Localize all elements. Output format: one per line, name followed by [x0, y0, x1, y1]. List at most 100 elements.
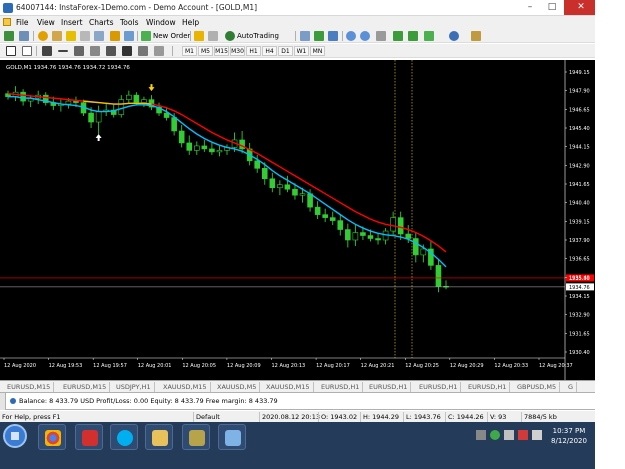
channel-icon[interactable] [90, 46, 100, 56]
timeframe-mn[interactable]: MN [310, 46, 325, 56]
autotrading-icon[interactable] [225, 31, 235, 41]
fibonacci-icon[interactable] [106, 46, 116, 56]
new-order-button[interactable]: New Order [153, 32, 190, 40]
timeframe-m15[interactable]: M15 [214, 46, 229, 56]
shapes-tool-icon[interactable] [154, 46, 164, 56]
chart-shift-icon[interactable] [408, 31, 418, 41]
periods-icon[interactable] [449, 31, 459, 41]
taskbar-metatrader[interactable] [182, 424, 210, 450]
tab-eurusd-m15[interactable]: EURUSD,M15 [4, 382, 55, 392]
line-chart-icon[interactable] [328, 31, 338, 41]
menu-file[interactable]: File [16, 18, 29, 27]
timeframe-m30[interactable]: M30 [230, 46, 245, 56]
candle-body [186, 142, 193, 151]
tray-network-icon[interactable] [504, 430, 514, 440]
status-profile: Default [193, 412, 220, 422]
cursor-icon[interactable] [6, 46, 16, 56]
tab-eurusd-h1[interactable]: EURUSD,H1 [318, 382, 364, 392]
terminal-icon[interactable] [80, 31, 90, 41]
menu-view[interactable]: View [37, 18, 55, 27]
timeframe-m1[interactable]: M1 [182, 46, 197, 56]
start-button[interactable] [3, 424, 27, 448]
timeframe-w1[interactable]: W1 [294, 46, 309, 56]
chart-window-icon[interactable] [3, 18, 11, 26]
balance-icon [10, 398, 16, 404]
tray-update-icon[interactable] [490, 430, 500, 440]
tray-volume-icon[interactable] [532, 430, 542, 440]
tray-chevron-icon[interactable] [476, 430, 486, 440]
tab-eurusd-h1-4[interactable]: EURUSD,H1 [465, 382, 511, 392]
candlestick-icon[interactable] [314, 31, 324, 41]
folder-icon [152, 430, 168, 446]
menu-insert[interactable]: Insert [61, 18, 83, 27]
close-button[interactable]: ✕ [564, 0, 598, 15]
tray-flag-icon[interactable] [518, 430, 528, 440]
market-watch-icon[interactable] [38, 31, 48, 41]
clock-time: 10:37 PM [552, 427, 586, 435]
candle-body [435, 265, 442, 287]
indicators-icon[interactable] [424, 31, 434, 41]
candle-body [322, 214, 328, 218]
candle-body [133, 94, 140, 103]
text-tool-icon[interactable] [122, 46, 132, 56]
profiles-icon[interactable] [19, 31, 29, 41]
tab-gbpusd-m5[interactable]: GBPUSD,M5 [514, 382, 561, 392]
tab-eurusd-m15-2[interactable]: EURUSD,M15 [60, 382, 111, 392]
tab-usdjpy-h1[interactable]: USDJPY,H1 [113, 382, 155, 392]
price-chart[interactable]: 1935.361934.76 1949.151947.901946.651945… [0, 60, 595, 380]
zoom-in-icon[interactable] [346, 31, 356, 41]
menu-help[interactable]: Help [182, 18, 199, 27]
crosshair-icon[interactable] [22, 46, 32, 56]
data-window-icon[interactable] [52, 31, 62, 41]
autotrading-button[interactable]: AutoTrading [237, 32, 279, 40]
tab-xauusd-m15-2[interactable]: XAUUSD,M15 [263, 382, 314, 392]
terminal-panel: Balance: 8 433.79 USD Profit/Loss: 0.00 … [0, 392, 595, 410]
tab-eurusd-h1-2[interactable]: EURUSD,H1 [366, 382, 412, 392]
taskbar-gift[interactable] [75, 424, 103, 450]
experts-icon[interactable] [194, 31, 204, 41]
tab-overflow[interactable]: G [565, 382, 578, 392]
metatrader-icon [189, 430, 205, 446]
trendline-icon[interactable] [74, 46, 84, 56]
candle-body [375, 238, 381, 241]
templates-icon[interactable] [471, 31, 481, 41]
chart-area[interactable]: 1935.36 1934.76 1949.15 1947.90 1946.65 1945… [0, 60, 595, 380]
terminal-side-handle[interactable] [0, 393, 6, 410]
timeframe-h4[interactable]: H4 [262, 46, 277, 56]
bar-chart-icon[interactable] [300, 31, 310, 41]
label-tool-icon[interactable] [138, 46, 148, 56]
maximize-button[interactable]: □ [542, 0, 562, 15]
tab-xauusd-m15[interactable]: XAUUSD,M15 [160, 382, 211, 392]
timeframe-m5[interactable]: M5 [198, 46, 213, 56]
tab-eurusd-h1-3[interactable]: EURUSD,H1 [416, 382, 462, 392]
status-help: For Help, press F1 [2, 413, 61, 421]
tile-windows-icon[interactable] [376, 31, 386, 41]
taskbar-paint[interactable] [218, 424, 246, 450]
timeframe-d1[interactable]: D1 [278, 46, 293, 56]
new-chart-icon[interactable] [4, 31, 14, 41]
time-tick-label: 12 Aug 20:09 [227, 363, 261, 369]
status-close: C: 1944.26 [445, 412, 484, 422]
new-order-icon[interactable] [141, 31, 151, 41]
taskbar-clock[interactable]: 10:37 PM 8/12/2020 [546, 426, 592, 446]
menu-window[interactable]: Window [146, 18, 176, 27]
tab-xauusd-m5[interactable]: XAUUSD,M5 [214, 382, 261, 392]
taskbar-skype[interactable] [110, 424, 138, 450]
auto-scroll-icon[interactable] [393, 31, 403, 41]
taskbar-chrome[interactable] [38, 424, 66, 450]
strategy-tester-icon[interactable] [94, 31, 104, 41]
horizontal-line-icon[interactable] [58, 50, 68, 52]
vertical-line-icon[interactable] [42, 46, 52, 56]
navigator-icon[interactable] [66, 31, 76, 41]
menu-charts[interactable]: Charts [89, 18, 114, 27]
options-icon[interactable] [124, 31, 134, 41]
taskbar-explorer[interactable] [145, 424, 173, 450]
metaeditor-icon[interactable] [110, 31, 120, 41]
minimize-button[interactable]: – [520, 0, 540, 15]
zoom-out-icon[interactable] [360, 31, 370, 41]
candle-body [216, 150, 223, 153]
menu-tools[interactable]: Tools [120, 18, 138, 27]
candle-body [390, 217, 396, 232]
journal-icon[interactable] [208, 31, 218, 41]
timeframe-h1[interactable]: H1 [246, 46, 261, 56]
